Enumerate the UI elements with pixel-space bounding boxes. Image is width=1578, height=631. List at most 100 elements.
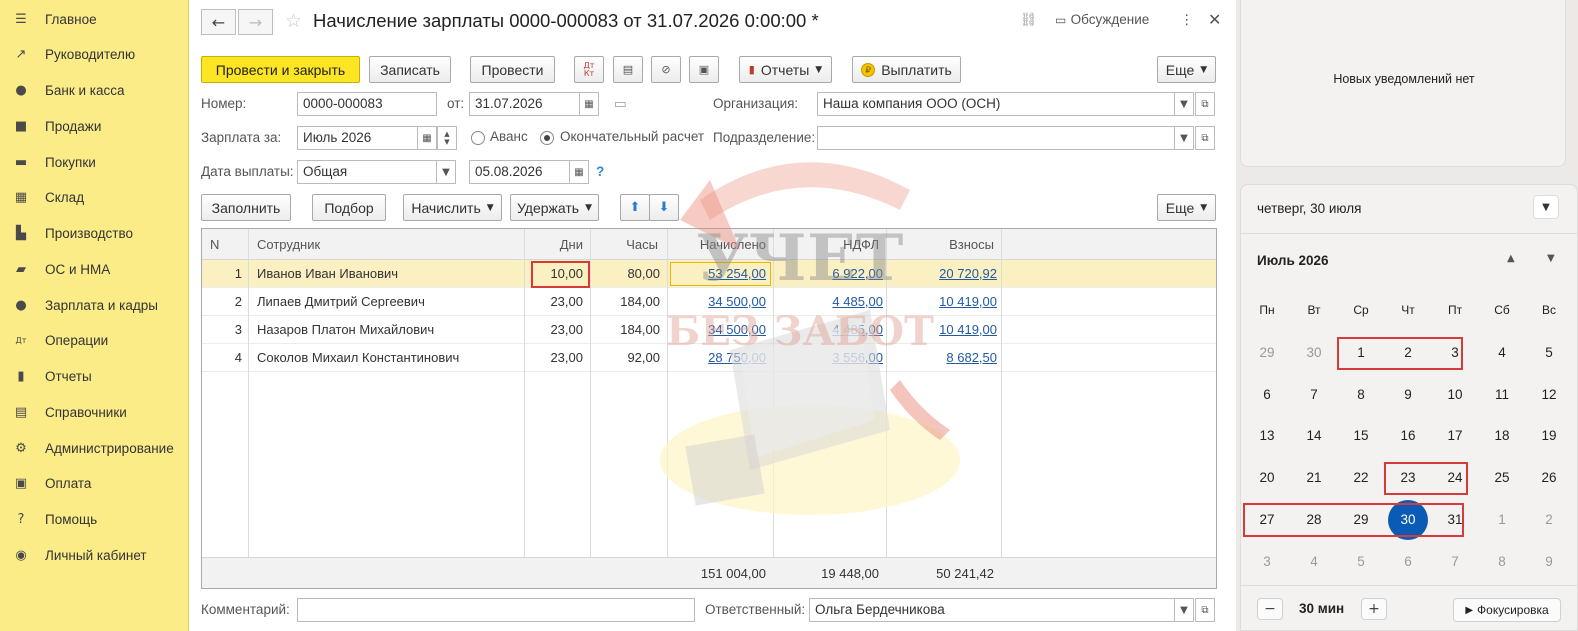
sidebar-item[interactable]: ▮ Отчеты bbox=[0, 360, 189, 394]
column-header[interactable]: Сотрудник bbox=[257, 229, 320, 260]
chevron-down-icon[interactable]: ▼ bbox=[1533, 195, 1559, 219]
post-and-close-button[interactable]: Провести и закрыть bbox=[201, 56, 360, 83]
chevron-down-icon[interactable]: ▼ bbox=[1174, 92, 1194, 116]
table-cell[interactable]: Иванов Иван Иванович bbox=[257, 260, 398, 288]
more-menu-icon[interactable]: ⋮ bbox=[1180, 12, 1194, 28]
table-cell[interactable]: 4 bbox=[235, 344, 242, 372]
organization-field[interactable]: Наша компания ООО (ОСН) bbox=[817, 92, 1175, 116]
post-button[interactable]: Провести bbox=[470, 56, 555, 83]
department-field[interactable] bbox=[817, 126, 1175, 150]
calendar-day[interactable]: 10 bbox=[1435, 380, 1475, 410]
calendar-day[interactable]: 21 bbox=[1294, 463, 1334, 493]
responsible-field[interactable]: Ольга Бердечникова bbox=[809, 598, 1175, 622]
pay-button[interactable]: ₽ Выплатить bbox=[852, 56, 961, 83]
sidebar-item[interactable]: ▰ ОС и НМА bbox=[0, 252, 189, 286]
table-cell[interactable]: 23,00 bbox=[550, 316, 583, 344]
calendar-day[interactable]: 9 bbox=[1529, 547, 1569, 577]
table-row[interactable]: 3 Назаров Платон Михайлович 23,00 184,00 34 … bbox=[202, 316, 1216, 344]
sidebar-item[interactable]: ? Помощь bbox=[0, 503, 189, 537]
calendar-day[interactable]: 7 bbox=[1435, 547, 1475, 577]
sidebar-item[interactable]: ⚙ Администрирование bbox=[0, 431, 189, 465]
calendar-day[interactable]: 15 bbox=[1341, 421, 1381, 451]
table-row[interactable]: 2 Липаев Дмитрий Сергеевич 23,00 184,00 34 5… bbox=[202, 288, 1216, 316]
back-button[interactable]: ← bbox=[201, 9, 236, 35]
calendar-day[interactable]: 3 bbox=[1247, 547, 1287, 577]
paperclip-icon[interactable]: ⊘ bbox=[651, 56, 681, 83]
calendar-day[interactable]: 16 bbox=[1388, 421, 1428, 451]
start-focus-button[interactable]: ▶ Фокусировка bbox=[1453, 598, 1561, 622]
table-cell-link[interactable]: 8 682,50 bbox=[946, 344, 997, 372]
chevron-down-icon[interactable]: ▼ bbox=[1174, 598, 1194, 622]
accrue-button[interactable]: Начислить ▼ bbox=[403, 194, 502, 221]
table-cell-link[interactable]: 6 922,00 bbox=[832, 260, 883, 288]
table-cell-link[interactable]: 34 500,00 bbox=[708, 316, 766, 344]
date-field[interactable]: 31.07.2026 bbox=[469, 92, 580, 116]
calendar-day[interactable]: 14 bbox=[1294, 421, 1334, 451]
table-cell[interactable]: 3 bbox=[235, 316, 242, 344]
document-icon[interactable]: ▭ bbox=[614, 96, 627, 112]
table-cell[interactable]: Липаев Дмитрий Сергеевич bbox=[257, 288, 425, 316]
withhold-button[interactable]: Удержать ▼ bbox=[510, 194, 599, 221]
month-up-icon[interactable]: ▲ bbox=[1507, 253, 1515, 264]
table-cell-link[interactable]: 28 750,00 bbox=[708, 344, 766, 372]
comment-field[interactable] bbox=[297, 598, 695, 622]
column-header[interactable]: Дни bbox=[560, 229, 583, 260]
increase-minutes-button[interactable]: + bbox=[1361, 598, 1387, 620]
table-cell[interactable]: 1 bbox=[235, 260, 242, 288]
calendar-day[interactable]: 6 bbox=[1388, 547, 1428, 577]
structure-icon[interactable]: ▣ bbox=[689, 56, 719, 83]
table-cell[interactable]: 23,00 bbox=[550, 288, 583, 316]
calendar-day[interactable]: 25 bbox=[1482, 463, 1522, 493]
table-cell-link[interactable]: 10 419,00 bbox=[939, 316, 997, 344]
open-icon[interactable]: ⧉ bbox=[1195, 92, 1215, 116]
calendar-day[interactable]: 12 bbox=[1529, 380, 1569, 410]
month-down-icon[interactable]: ▼ bbox=[1547, 253, 1555, 264]
column-header[interactable]: НДФЛ bbox=[843, 229, 879, 260]
calendar-day[interactable]: 30 bbox=[1294, 338, 1334, 368]
link-icon[interactable]: ⛓ bbox=[1020, 12, 1037, 28]
more-button[interactable]: Еще ▼ bbox=[1157, 56, 1216, 83]
decrease-minutes-button[interactable]: − bbox=[1257, 598, 1283, 620]
sidebar-item[interactable]: Дт Операции bbox=[0, 324, 189, 358]
table-row[interactable]: 4 Соколов Михаил Константинович 23,00 92,00… bbox=[202, 344, 1216, 372]
calendar-day[interactable]: 4 bbox=[1482, 338, 1522, 368]
table-more-button[interactable]: Еще ▼ bbox=[1157, 194, 1216, 221]
pay-date-field[interactable]: 05.08.2026 bbox=[469, 160, 570, 184]
number-field[interactable]: 0000-000083 bbox=[297, 92, 437, 116]
dt-kt-icon[interactable]: Дт Кт bbox=[574, 56, 604, 83]
calendar-day[interactable]: 5 bbox=[1341, 547, 1381, 577]
table-cell[interactable]: 184,00 bbox=[620, 316, 660, 344]
calendar-day[interactable]: 1 bbox=[1482, 505, 1522, 535]
table-cell-link[interactable]: 20 720,92 bbox=[939, 260, 997, 288]
calendar-day[interactable]: 18 bbox=[1482, 421, 1522, 451]
chevron-down-icon[interactable]: ▼ bbox=[436, 160, 456, 184]
column-header[interactable]: N bbox=[210, 229, 219, 260]
open-icon[interactable]: ⧉ bbox=[1195, 126, 1215, 150]
calendar-day[interactable]: 2 bbox=[1529, 505, 1569, 535]
save-button[interactable]: Записать bbox=[369, 56, 451, 83]
column-header[interactable]: Начислено bbox=[700, 229, 766, 260]
calendar-day[interactable]: 5 bbox=[1529, 338, 1569, 368]
calendar-day[interactable]: 8 bbox=[1341, 380, 1381, 410]
pay-type-field[interactable]: Общая bbox=[297, 160, 437, 184]
chevron-down-icon[interactable]: ▼ bbox=[1174, 126, 1194, 150]
calendar-day[interactable]: 8 bbox=[1482, 547, 1522, 577]
move-up-icon[interactable]: ⬆ bbox=[620, 194, 650, 221]
table-cell[interactable]: 23,00 bbox=[550, 344, 583, 372]
calendar-day[interactable]: 13 bbox=[1247, 421, 1287, 451]
favorite-star-icon[interactable]: ☆ bbox=[285, 10, 302, 32]
sidebar-item[interactable]: ▦ Склад bbox=[0, 181, 189, 215]
select-button[interactable]: Подбор bbox=[312, 194, 386, 221]
calendar-day[interactable]: 20 bbox=[1247, 463, 1287, 493]
calendar-day[interactable]: 22 bbox=[1341, 463, 1381, 493]
calendar-day[interactable]: 29 bbox=[1247, 338, 1287, 368]
calendar-day[interactable]: 6 bbox=[1247, 380, 1287, 410]
sidebar-item[interactable]: ◉ Личный кабинет bbox=[0, 538, 189, 572]
calendar-day[interactable]: 17 bbox=[1435, 421, 1475, 451]
fill-button[interactable]: Заполнить bbox=[201, 194, 291, 221]
help-icon[interactable]: ? bbox=[596, 164, 604, 179]
table-cell-link[interactable]: 4 485,00 bbox=[832, 288, 883, 316]
calendar-icon[interactable]: ▦ bbox=[417, 126, 437, 150]
table-cell[interactable]: 80,00 bbox=[627, 260, 660, 288]
sidebar-item[interactable]: ▬ Покупки bbox=[0, 145, 189, 179]
